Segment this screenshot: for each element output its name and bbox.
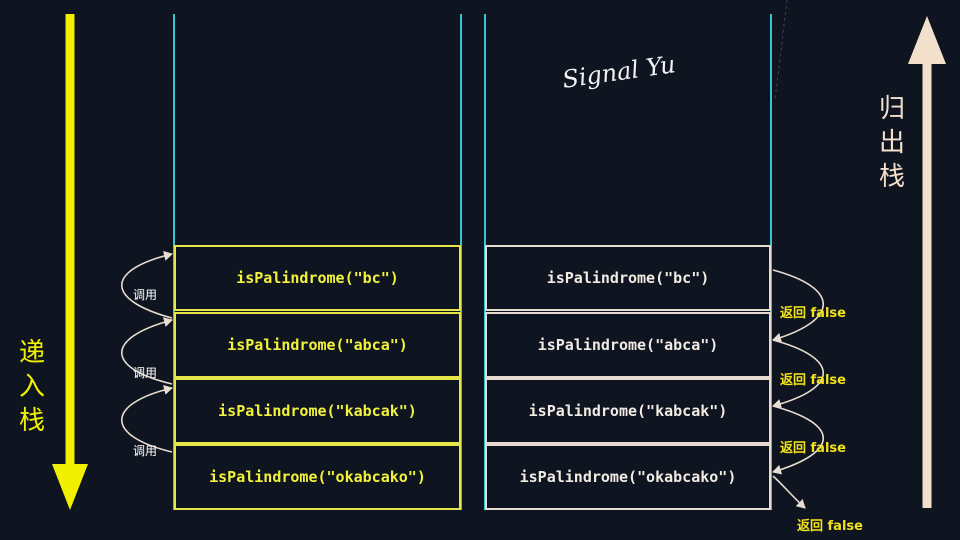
pop-label-char-2: 出 <box>878 128 905 158</box>
pop-stack-label: 归 出 栈 <box>876 92 908 194</box>
pop-direction-arrow <box>908 16 946 508</box>
return-arrow-4 <box>772 475 806 509</box>
diagram-graphics <box>52 0 946 510</box>
push-direction-arrow <box>52 14 88 510</box>
return-label-1: 返回 false <box>780 306 846 321</box>
pop-frame-abca: isPalindrome("abca") <box>485 312 771 378</box>
call-label-3: 调用 <box>133 444 158 458</box>
faint-decor-line <box>774 0 788 101</box>
pop-frame-kabcak: isPalindrome("kabcak") <box>485 378 771 444</box>
push-frame-okabcako: isPalindrome("okabcako") <box>174 444 461 510</box>
push-frame-abca: isPalindrome("abca") <box>174 312 461 378</box>
pop-frame-bc: isPalindrome("bc") <box>485 245 771 311</box>
push-frame-bc: isPalindrome("bc") <box>174 245 461 311</box>
push-stack-label: 递 入 栈 <box>16 336 48 438</box>
call-label-1: 调用 <box>133 288 158 302</box>
pop-label-char-3: 栈 <box>878 162 905 192</box>
push-frame-kabcak: isPalindrome("kabcak") <box>174 378 461 444</box>
return-label-2: 返回 false <box>780 373 846 388</box>
call-label-2: 调用 <box>133 366 158 380</box>
pop-label-char-1: 归 <box>878 94 905 124</box>
push-label-char-1: 递 <box>18 338 45 368</box>
return-label-4: 返回 false <box>797 519 863 534</box>
pop-frame-okabcako: isPalindrome("okabcako") <box>485 444 771 510</box>
return-label-3: 返回 false <box>780 441 846 456</box>
push-label-char-2: 入 <box>18 372 45 402</box>
push-label-char-3: 栈 <box>18 406 45 436</box>
